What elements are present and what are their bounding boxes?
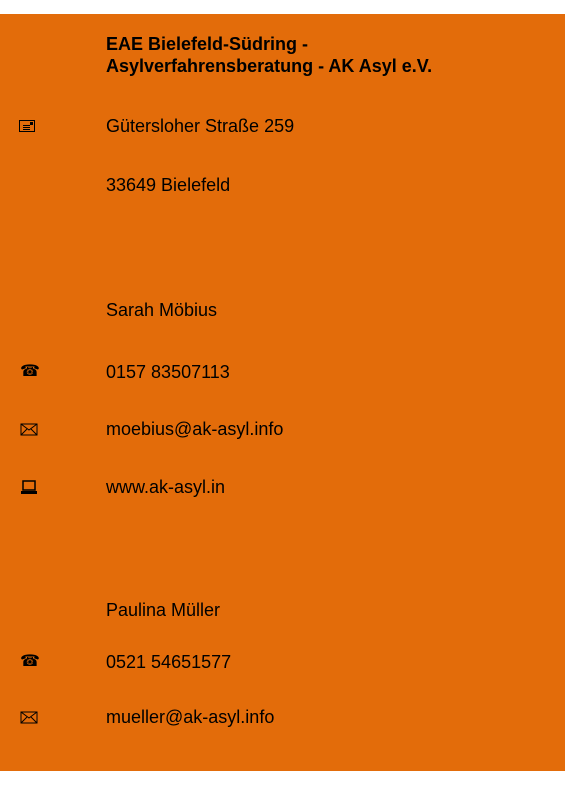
contact-email-row: mueller@ak-asyl.info — [0, 706, 565, 730]
telephone-icon: ☎ — [20, 653, 40, 670]
envelope-icon — [20, 706, 40, 728]
contact-name-row: Paulina Müller — [0, 599, 565, 623]
telephone-icon: ☎ — [20, 363, 40, 380]
contact-email[interactable]: mueller@ak-asyl.info — [106, 706, 274, 728]
organization-title-line2: Asylverfahrensberatung - AK Asyl e.V. — [106, 56, 433, 76]
contact-name: Paulina Müller — [106, 600, 221, 620]
contact-website[interactable]: www.ak-asyl.in — [106, 476, 225, 498]
computer-icon — [20, 476, 40, 498]
organization-title-line1: EAE Bielefeld-Südring - — [106, 34, 309, 54]
contact-email-row: moebius@ak-asyl.info — [0, 418, 565, 442]
address-card-icon — [19, 120, 35, 132]
address-city-row: 33649 Bielefeld — [0, 174, 565, 198]
contact-website-row: www.ak-asyl.in — [0, 476, 565, 500]
contact-phone-row: ☎ 0521 54651577 — [0, 651, 565, 675]
organization-title: EAE Bielefeld-Südring - Asylverfahrensbe… — [106, 33, 546, 77]
address-city: 33649 Bielefeld — [106, 175, 231, 195]
contact-phone-row: ☎ 0157 83507113 — [0, 361, 565, 385]
address-street: Gütersloher Straße 259 — [106, 116, 295, 136]
contact-name: Sarah Möbius — [106, 300, 218, 320]
contact-email[interactable]: moebius@ak-asyl.info — [106, 418, 283, 440]
address-street-row: Gütersloher Straße 259 — [0, 115, 565, 139]
contact-card: EAE Bielefeld-Südring - Asylverfahrensbe… — [0, 14, 565, 771]
contact-name-row: Sarah Möbius — [0, 299, 565, 323]
contact-phone[interactable]: 0157 83507113 — [106, 361, 230, 383]
envelope-icon — [20, 418, 40, 440]
contact-phone[interactable]: 0521 54651577 — [106, 651, 231, 673]
